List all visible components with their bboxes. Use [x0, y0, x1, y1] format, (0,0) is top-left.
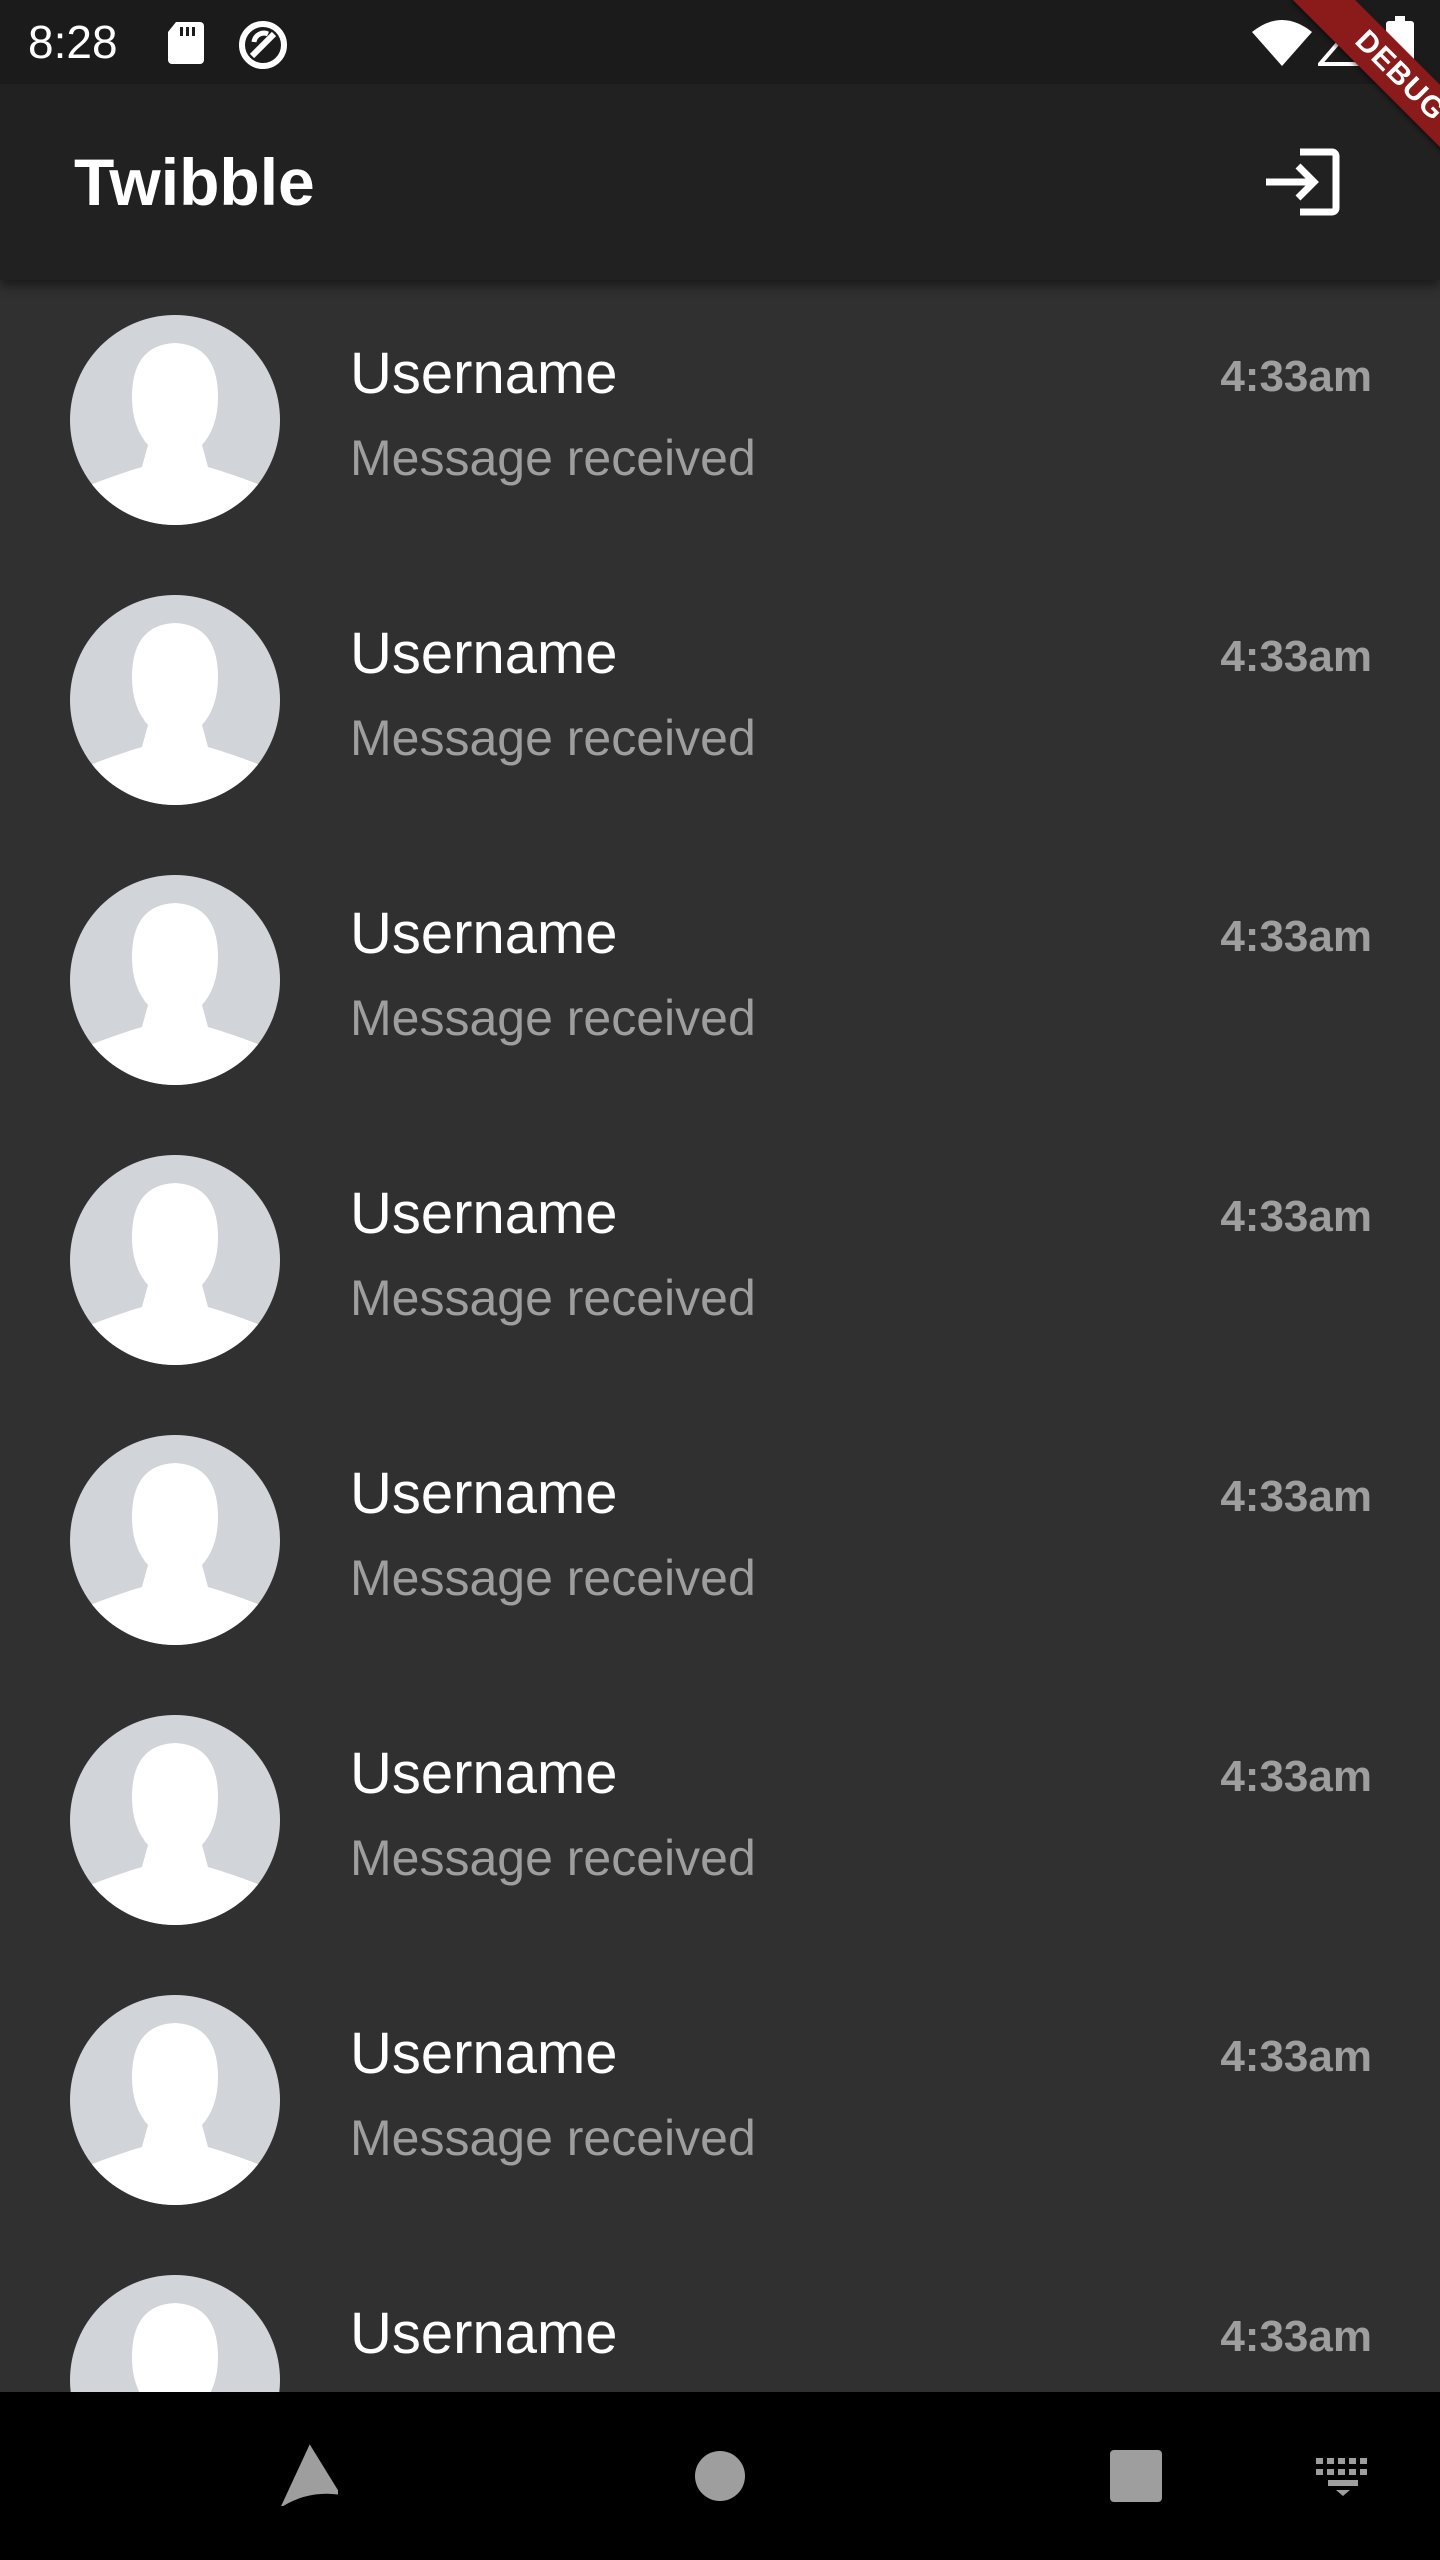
message-list-item[interactable]: Username Message received 4:33am	[0, 280, 1440, 560]
message-preview: Message received	[350, 1270, 756, 1326]
avatar	[70, 1715, 280, 1925]
message-preview: Message received	[350, 1550, 756, 1606]
message-list-item[interactable]: Username Message received 4:33am	[0, 1680, 1440, 1960]
username: Username	[350, 341, 618, 406]
username: Username	[350, 2021, 618, 2086]
avatar	[70, 1435, 280, 1645]
username: Username	[350, 1741, 618, 1806]
timestamp: 4:33am	[1220, 1472, 1372, 1521]
recents-icon[interactable]	[1108, 2448, 1164, 2504]
avatar	[70, 315, 280, 525]
status-bar: 8:28	[0, 0, 1440, 84]
message-preview: Message received	[350, 1830, 756, 1886]
message-list-item[interactable]: Username Message received 4:33am	[0, 1960, 1440, 2240]
message-list-item[interactable]: Username Message received 4:33am	[0, 1400, 1440, 1680]
person-placeholder-icon	[70, 2023, 280, 2205]
login-icon	[1266, 148, 1340, 216]
message-preview: Message received	[350, 710, 756, 766]
message-list[interactable]: Username Message received 4:33am Usernam…	[0, 280, 1440, 2392]
avatar	[70, 2275, 280, 2392]
login-button[interactable]	[1260, 140, 1344, 224]
person-placeholder-icon	[70, 623, 280, 805]
username: Username	[350, 1181, 618, 1246]
avatar	[70, 595, 280, 805]
timestamp: 4:33am	[1220, 1752, 1372, 1801]
username: Username	[350, 901, 618, 966]
person-placeholder-icon	[70, 343, 280, 525]
keyboard-icon[interactable]	[1314, 2456, 1372, 2496]
avatar	[70, 1155, 280, 1365]
message-list-item[interactable]: Username 4:33am	[0, 2240, 1440, 2392]
battery-icon	[1386, 16, 1414, 66]
message-preview: Message received	[350, 2110, 756, 2166]
avatar	[70, 1995, 280, 2205]
timestamp: 4:33am	[1220, 2032, 1372, 2081]
message-preview: Message received	[350, 430, 756, 486]
app-title: Twibble	[74, 145, 315, 219]
sync-icon	[239, 21, 287, 69]
username: Username	[350, 621, 618, 686]
message-preview: Message received	[350, 990, 756, 1046]
message-list-item[interactable]: Username Message received 4:33am	[0, 1120, 1440, 1400]
timestamp: 4:33am	[1220, 1192, 1372, 1241]
timestamp: 4:33am	[1220, 632, 1372, 681]
navigation-bar	[0, 2392, 1440, 2560]
username: Username	[350, 1461, 618, 1526]
person-placeholder-icon	[70, 1183, 280, 1365]
timestamp: 4:33am	[1220, 912, 1372, 961]
back-icon[interactable]	[272, 2444, 338, 2506]
person-placeholder-icon	[70, 903, 280, 1085]
username: Username	[350, 2301, 618, 2366]
timestamp: 4:33am	[1220, 2312, 1372, 2361]
cell-signal-icon	[1318, 18, 1360, 66]
person-placeholder-icon	[70, 1463, 280, 1645]
app-bar: Twibble	[0, 84, 1440, 280]
message-list-item[interactable]: Username Message received 4:33am	[0, 560, 1440, 840]
sd-card-icon	[168, 22, 204, 64]
person-placeholder-icon	[70, 1743, 280, 1925]
avatar	[70, 875, 280, 1085]
message-list-item[interactable]: Username Message received 4:33am	[0, 840, 1440, 1120]
status-time: 8:28	[28, 16, 118, 68]
wifi-icon	[1252, 20, 1312, 66]
home-icon[interactable]	[694, 2450, 746, 2502]
person-placeholder-icon	[132, 2303, 218, 2392]
timestamp: 4:33am	[1220, 352, 1372, 401]
